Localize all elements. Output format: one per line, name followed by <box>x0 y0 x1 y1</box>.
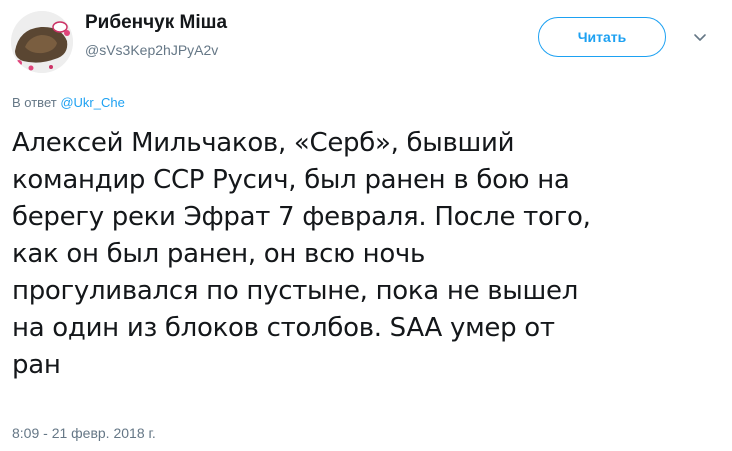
reply-context: В ответ @Ukr_Che <box>12 95 125 110</box>
tweet-header: Рибенчук Міша @sVs3Kep2hJPyA2v Читать <box>0 0 732 80</box>
avatar-image <box>11 11 73 73</box>
chevron-down-icon[interactable] <box>692 29 708 45</box>
tweet-text-line: на один из блоков столбов. SAA умер от <box>12 313 555 343</box>
tweet-text-line: Алексей Мильчаков, «Серб», бывший <box>12 128 515 158</box>
reply-prefix: В ответ <box>12 95 57 110</box>
tweet-timestamp[interactable]: 8:09 - 21 февр. 2018 г. <box>12 425 156 441</box>
tweet-text: Алексей Мильчаков, «Серб», бывший команд… <box>12 125 702 384</box>
avatar[interactable] <box>11 11 73 73</box>
tweet-text-line: командир ССР Русич, был ранен в бою на <box>12 165 570 195</box>
tweet-text-line: прогуливался по пустыне, пока не вышел <box>12 276 579 306</box>
tweet-text-line: берегу реки Эфрат 7 февраля. После того, <box>12 202 591 232</box>
display-name[interactable]: Рибенчук Міша <box>85 12 227 34</box>
follow-button[interactable]: Читать <box>538 17 666 57</box>
tweet-text-line: как он был ранен, он всю ночь <box>12 239 426 269</box>
reply-mention-link[interactable]: @Ukr_Che <box>60 95 125 110</box>
tweet-text-line: ран <box>12 350 61 380</box>
user-handle[interactable]: @sVs3Kep2hJPyA2v <box>85 42 218 58</box>
